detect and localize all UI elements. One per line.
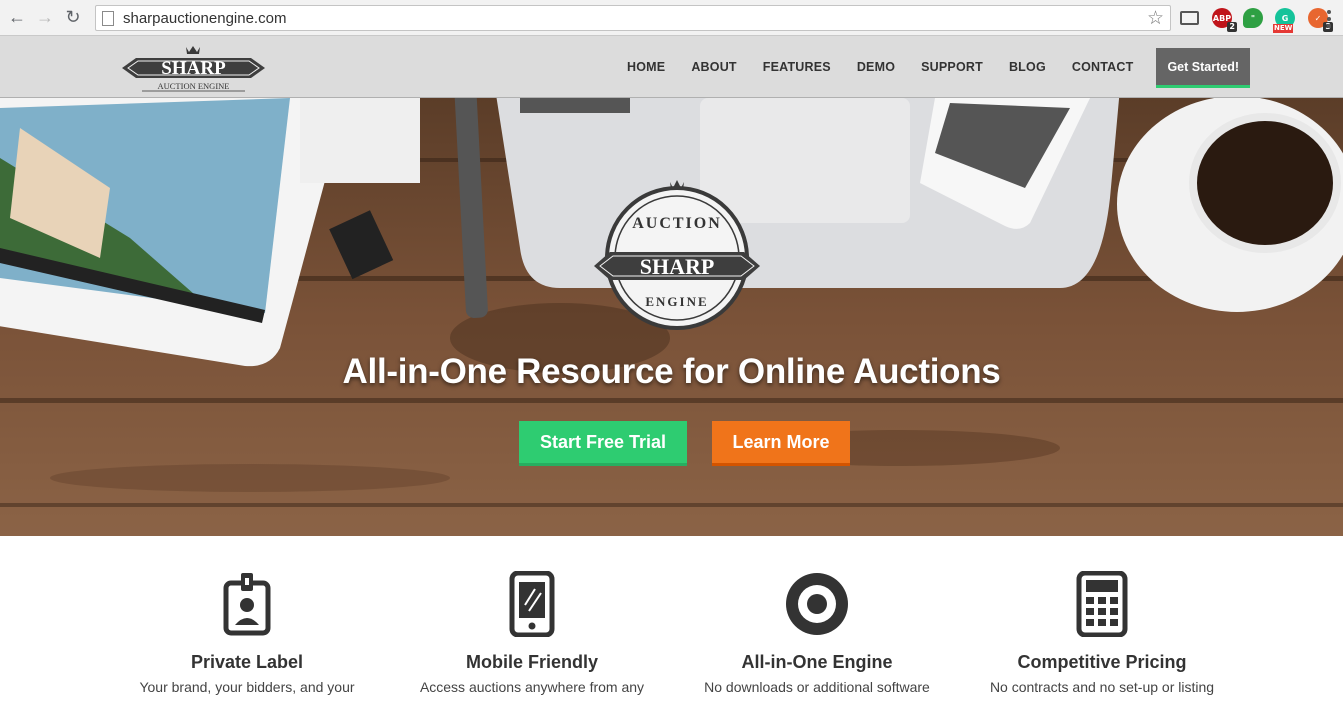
feature-title: Private Label (190, 652, 304, 672)
feature-title: All-in-One Engine (741, 652, 893, 672)
notebook-image (300, 98, 420, 183)
learn-more-button[interactable]: Learn More (712, 421, 850, 466)
calculator-icon (1076, 571, 1128, 637)
nav-support[interactable]: SUPPORT (921, 60, 983, 74)
sharp-logo[interactable]: SHARP AUCTION ENGINE (122, 44, 265, 94)
todoist-icon[interactable]: ✓ 3 (1308, 8, 1333, 32)
nav-about[interactable]: ABOUT (691, 60, 736, 74)
nav-demo[interactable]: DEMO (857, 60, 895, 74)
bookmark-star-icon[interactable]: ☆ (1147, 7, 1164, 30)
start-free-trial-button[interactable]: Start Free Trial (519, 421, 687, 466)
nav-contact[interactable]: CONTACT (1072, 60, 1134, 74)
reload-icon[interactable]: ↻ (62, 7, 84, 29)
feature-desc: No contracts and no set-up or listing (989, 679, 1215, 695)
hero-emblem-logo: AUCTION SHARP ENGINE (594, 180, 760, 330)
feature-title: Mobile Friendly (465, 652, 598, 672)
features-section: Private Label Your brand, your bidders, … (0, 536, 1343, 703)
adblock-plus-icon[interactable]: ABP 2 (1212, 8, 1237, 32)
page-icon (102, 10, 114, 26)
logo-subtext: AUCTION ENGINE (157, 81, 229, 91)
logo-text: SHARP (161, 58, 226, 79)
feature-desc: Access auctions anywhere from any (419, 679, 645, 695)
forward-arrow-icon[interactable]: → (34, 7, 56, 29)
cast-icon[interactable] (1180, 11, 1199, 25)
hangouts-icon[interactable]: " (1243, 8, 1263, 28)
target-icon (786, 573, 848, 635)
browser-toolbar: ← → ↻ sharpauctionengine.com ☆ ABP 2 " G… (0, 0, 1343, 36)
grammarly-new-badge: NEW (1273, 24, 1294, 33)
hero-title: All-in-One Resource for Online Auctions (342, 352, 1001, 391)
grammarly-icon[interactable]: G NEW (1273, 8, 1295, 33)
back-arrow-icon[interactable]: ← (6, 7, 28, 29)
nav-blog[interactable]: BLOG (1009, 60, 1046, 74)
address-bar[interactable]: sharpauctionengine.com ☆ (95, 5, 1171, 31)
site-header: SHARP AUCTION ENGINE HOME ABOUT FEATURES… (0, 36, 1343, 98)
main-nav: HOME ABOUT FEATURES DEMO SUPPORT BLOG CO… (627, 36, 1343, 98)
nav-features[interactable]: FEATURES (763, 60, 831, 74)
id-badge-icon (223, 573, 271, 636)
emblem-bottom-text: ENGINE (645, 294, 708, 309)
adblock-count-badge: 2 (1227, 22, 1237, 32)
url-text[interactable]: sharpauctionengine.com (123, 10, 286, 27)
browser-menu-icon[interactable] (1327, 10, 1331, 28)
feature-title: Competitive Pricing (1017, 652, 1187, 672)
mobile-phone-icon (509, 571, 555, 637)
emblem-mid-text: SHARP (640, 254, 715, 279)
feature-desc: No downloads or additional software (704, 679, 930, 695)
nav-home[interactable]: HOME (627, 60, 665, 74)
emblem-top-text: AUCTION (632, 215, 722, 232)
feature-desc: Your brand, your bidders, and your (139, 679, 355, 695)
get-started-button[interactable]: Get Started! (1156, 48, 1250, 88)
hero-section: AUCTION SHARP ENGINE All-in-One Resource… (0, 98, 1343, 536)
